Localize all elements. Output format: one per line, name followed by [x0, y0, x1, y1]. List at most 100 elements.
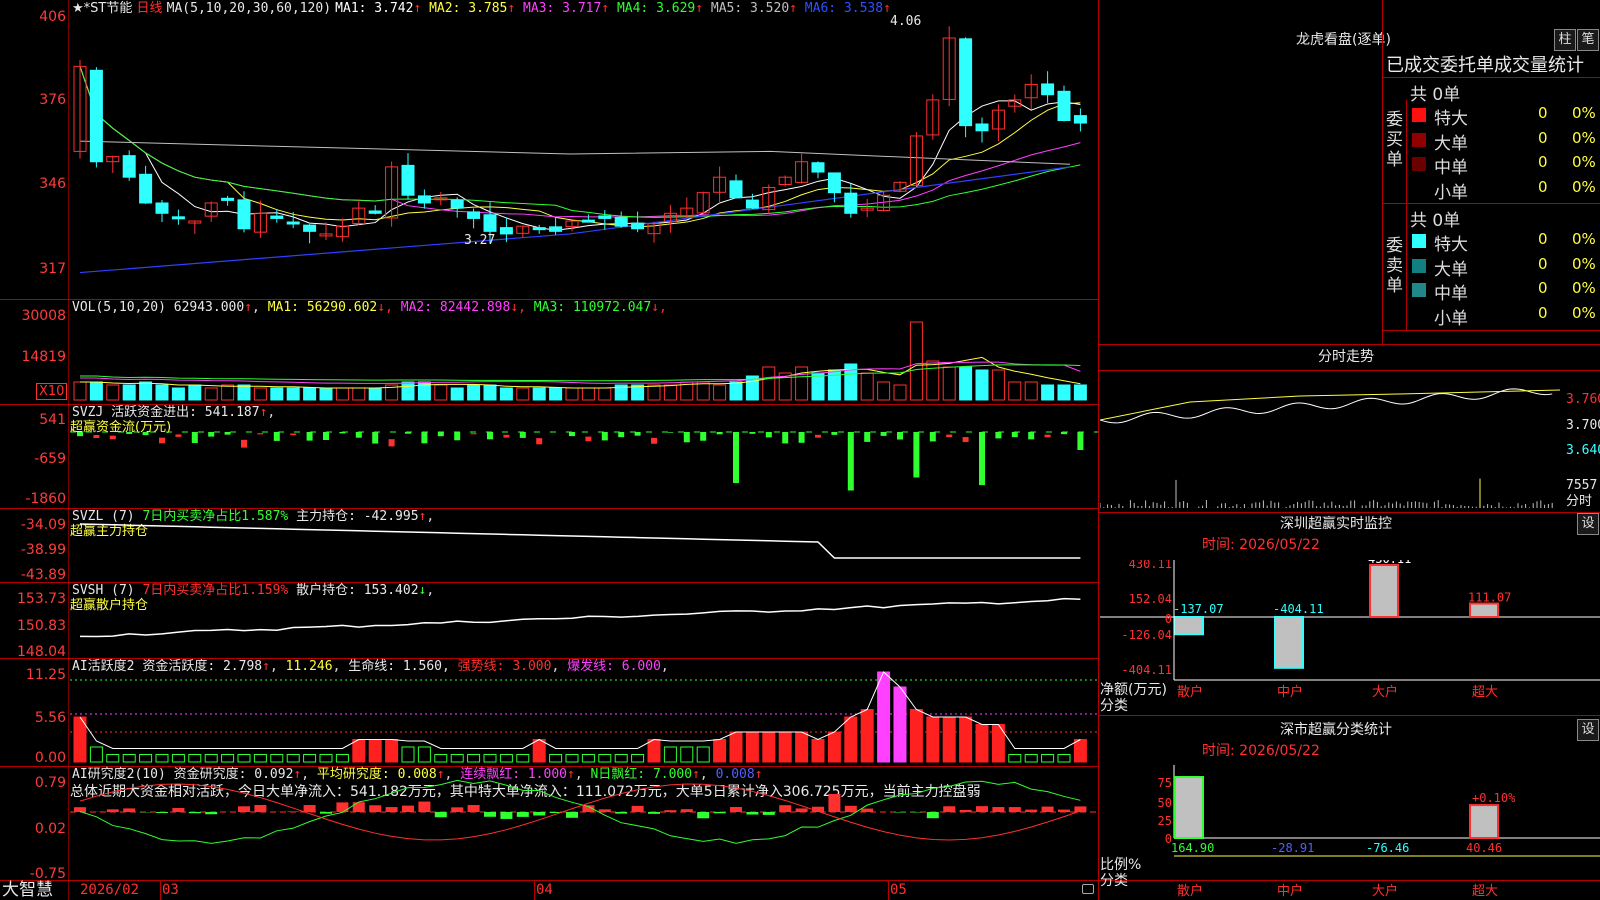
- sz-monitor-value: -137.07: [1173, 602, 1224, 616]
- candle-body: [729, 180, 743, 199]
- volume-bar: [991, 369, 1005, 401]
- svzl-chart[interactable]: [70, 510, 1098, 580]
- volume-bar: [352, 387, 366, 401]
- svzj-bar: [847, 432, 854, 491]
- ai-active-bar: [844, 716, 858, 763]
- candle-body: [1057, 90, 1071, 121]
- svzj-bar: [749, 432, 756, 434]
- ma60-line: [79, 140, 1071, 165]
- volume-bar: [893, 384, 907, 401]
- ai-research-bar: [828, 794, 841, 812]
- intraday-price-low: 3.640: [1566, 443, 1600, 458]
- tick-view-button[interactable]: 笔: [1577, 29, 1599, 51]
- ai-active-bar: [713, 739, 727, 763]
- ai-research-bar: [664, 810, 677, 812]
- buy-total: 共 0单: [1410, 85, 1461, 105]
- ai-active-chart[interactable]: [70, 660, 1098, 764]
- ai-research-bar: [352, 802, 365, 812]
- sz-monitor-settings-button[interactable]: 设: [1577, 513, 1599, 535]
- sz-monitor-axis-label: -404.11: [1121, 663, 1172, 677]
- sz-stats-chart[interactable]: 7550250164.90散户-28.91中户-76.46大户40.46超大+0…: [1100, 765, 1600, 900]
- svsh-line: [79, 597, 1081, 638]
- candle-body: [483, 214, 497, 232]
- ai-active-bar: [499, 754, 513, 763]
- svzj-bar: [929, 432, 936, 442]
- ma20-line: [79, 66, 1081, 218]
- sell-row-count-2: 0: [1538, 279, 1548, 297]
- candle-body: [598, 215, 612, 219]
- ai-research-bar: [533, 812, 546, 816]
- ai-research-bar: [976, 806, 988, 812]
- volume-bar: [909, 321, 923, 401]
- volume-bar: [713, 384, 727, 401]
- ai-active-bar: [696, 746, 710, 763]
- ai-research-bar: [844, 805, 857, 812]
- sz-monitor-chart[interactable]: 430.11 152.04 0 -126.04 -404.11 -137.07 散户 -404…: [1100, 560, 1600, 715]
- candle-body: [122, 155, 136, 178]
- candle-body: [270, 215, 284, 219]
- ma5-line: [79, 66, 1081, 231]
- volume-bar: [106, 384, 120, 401]
- ai-active-bar: [581, 754, 595, 763]
- sz-stats-bar: [1469, 804, 1499, 839]
- sell-row-pct-1: 0%: [1572, 254, 1596, 273]
- intraday-chart[interactable]: [1100, 372, 1565, 510]
- svzj-chart[interactable]: [70, 406, 1098, 506]
- volume-bar: [663, 384, 677, 401]
- ai-active-bar: [335, 754, 349, 763]
- column-view-button[interactable]: 柱: [1554, 29, 1576, 51]
- svzj-bar: [733, 432, 739, 484]
- svzj-bar: [798, 432, 805, 443]
- sz-stats-settings-button[interactable]: 设: [1577, 719, 1599, 741]
- svzj-bar: [765, 432, 772, 438]
- buy-row-count-2: 0: [1538, 153, 1548, 171]
- svsh-chart[interactable]: [70, 584, 1098, 656]
- ai-active-bar: [975, 724, 989, 763]
- volume-bar: [795, 366, 809, 401]
- ai-active-bar: [959, 716, 973, 763]
- ai-research-bar: [287, 811, 300, 812]
- ai-research-bar: [451, 807, 464, 812]
- svzj-bar: [1011, 432, 1018, 438]
- svsh-axis-mid: 150.83: [17, 618, 66, 634]
- svzj-bar: [290, 433, 297, 436]
- ma30-line: [79, 66, 1081, 218]
- ai-research-bar: [926, 812, 939, 819]
- intraday-price-line: [1100, 388, 1553, 424]
- ai-research-bar: [106, 809, 119, 812]
- sz-monitor-bar: [1369, 564, 1399, 618]
- sz-monitor-bar: [1469, 602, 1499, 618]
- ai-active-bar: [417, 746, 431, 763]
- volume-bar: [942, 366, 956, 401]
- price-axis-406: 406: [39, 9, 66, 25]
- svzj-bar: [569, 432, 575, 437]
- ai-research-chart[interactable]: [70, 768, 1098, 878]
- volume-chart[interactable]: [70, 316, 1098, 402]
- buy-row-pct-1: 0%: [1572, 128, 1596, 147]
- candle-body: [286, 221, 300, 225]
- volume-bar: [401, 381, 415, 401]
- ai-active-bar: [155, 754, 169, 763]
- price-axis-317: 317: [39, 261, 66, 277]
- vol-axis-top: 30008: [21, 308, 66, 324]
- candle-body: [959, 38, 973, 127]
- ai-research-bar: [385, 807, 398, 812]
- lock-icon[interactable]: [1082, 884, 1094, 894]
- candle-body: [1073, 115, 1087, 124]
- svzj-bar: [339, 432, 346, 434]
- ma10-line: [79, 66, 1081, 228]
- volume-bar: [549, 387, 563, 401]
- vol-ma2-line: [80, 361, 1081, 384]
- volume-bar: [319, 387, 333, 401]
- ai-active-bar: [532, 739, 546, 763]
- sell-side-label: 委卖单: [1386, 236, 1403, 296]
- ai-research-bar: [861, 808, 874, 812]
- ai-active-axis-mid: 5.56: [34, 710, 66, 726]
- buy-row-pct-2: 0%: [1572, 153, 1596, 171]
- ai-research-axis-mid: 0.02: [34, 821, 66, 837]
- ai-research-axis-low: -0.75: [29, 866, 66, 882]
- candle-body: [844, 192, 858, 214]
- ai-research-bar: [746, 812, 759, 815]
- ai-research-bar: [943, 806, 956, 812]
- price-chart[interactable]: [70, 14, 1098, 298]
